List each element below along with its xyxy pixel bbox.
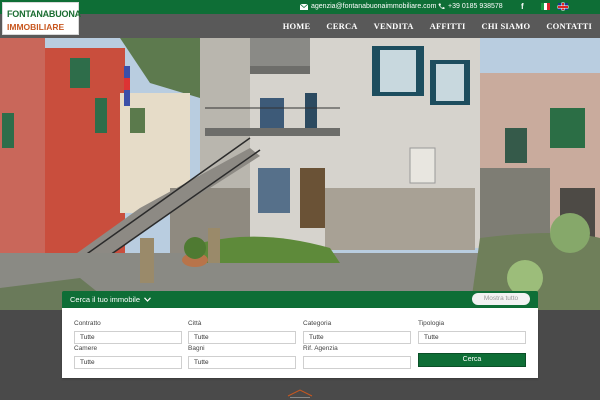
- nav-chi-siamo[interactable]: CHI SIAMO: [482, 21, 531, 31]
- phone-contact[interactable]: +39 0185 938578: [438, 3, 503, 10]
- bagni-field: Bagni Tutte: [188, 345, 296, 369]
- citta-label: Città: [188, 320, 202, 327]
- bagni-select[interactable]: Tutte: [188, 356, 296, 369]
- categoria-field: Categoria Tutte: [303, 320, 411, 344]
- phone-icon: [438, 3, 445, 10]
- camere-select[interactable]: Tutte: [74, 356, 182, 369]
- email-contact[interactable]: agenzia@fontanabuonaimmobiliare.com: [300, 3, 436, 10]
- email-text[interactable]: agenzia@fontanabuonaimmobiliare.com: [311, 3, 436, 10]
- search-panel-title: Cerca il tuo immobile: [70, 295, 141, 304]
- english-flag-icon[interactable]: [558, 3, 568, 10]
- main-menu: HOME CERCA VENDITA AFFITTI CHI SIAMO CON…: [283, 14, 592, 38]
- tipologia-label: Tipologia: [418, 320, 445, 327]
- logo-line-1: FONTANABUONA: [7, 9, 81, 19]
- citta-select[interactable]: Tutte: [188, 331, 296, 344]
- show-all-button[interactable]: Mostra tutto: [472, 293, 530, 305]
- footer-logo-icon: [287, 389, 313, 398]
- camere-label: Camere: [74, 345, 98, 352]
- top-bar: agenzia@fontanabuonaimmobiliare.com +39 …: [0, 0, 600, 14]
- tipologia-select[interactable]: Tutte: [418, 331, 526, 344]
- phone-text[interactable]: +39 0185 938578: [448, 3, 503, 10]
- contratto-field: Contratto Tutte: [74, 320, 182, 344]
- nav-vendita[interactable]: VENDITA: [374, 21, 414, 31]
- facebook-icon[interactable]: f: [521, 2, 524, 11]
- envelope-icon: [300, 3, 308, 10]
- italian-flag-icon[interactable]: [541, 3, 550, 10]
- contratto-label: Contratto: [74, 320, 101, 327]
- logo-line-2: IMMOBILIARE: [7, 22, 65, 32]
- rif-agenzia-input[interactable]: [303, 356, 411, 369]
- camere-field: Camere Tutte: [74, 345, 182, 369]
- nav-contatti[interactable]: CONTATTI: [546, 21, 592, 31]
- search-button[interactable]: Cerca: [418, 353, 526, 367]
- citta-field: Città Tutte: [188, 320, 296, 344]
- rif-agenzia-field: Rif. Agenzia: [303, 345, 411, 369]
- search-panel-header: Cerca il tuo immobile Mostra tutto: [62, 291, 538, 308]
- chevron-down-icon: [144, 297, 151, 302]
- contratto-select[interactable]: Tutte: [74, 331, 182, 344]
- nav-affitti[interactable]: AFFITTI: [430, 21, 466, 31]
- bagni-label: Bagni: [188, 345, 205, 352]
- search-panel: Contratto Tutte Città Tutte Categoria Tu…: [62, 308, 538, 378]
- categoria-select[interactable]: Tutte: [303, 331, 411, 344]
- hero-property-photo: [0, 38, 600, 310]
- tipologia-field: Tipologia Tutte: [418, 320, 526, 344]
- nav-cerca[interactable]: CERCA: [326, 21, 357, 31]
- company-logo[interactable]: FONTANABUONA IMMOBILIARE: [2, 2, 81, 35]
- categoria-label: Categoria: [303, 320, 332, 327]
- nav-home[interactable]: HOME: [283, 21, 311, 31]
- rif-agenzia-label: Rif. Agenzia: [303, 345, 338, 352]
- search-panel-toggle[interactable]: Cerca il tuo immobile: [70, 295, 151, 304]
